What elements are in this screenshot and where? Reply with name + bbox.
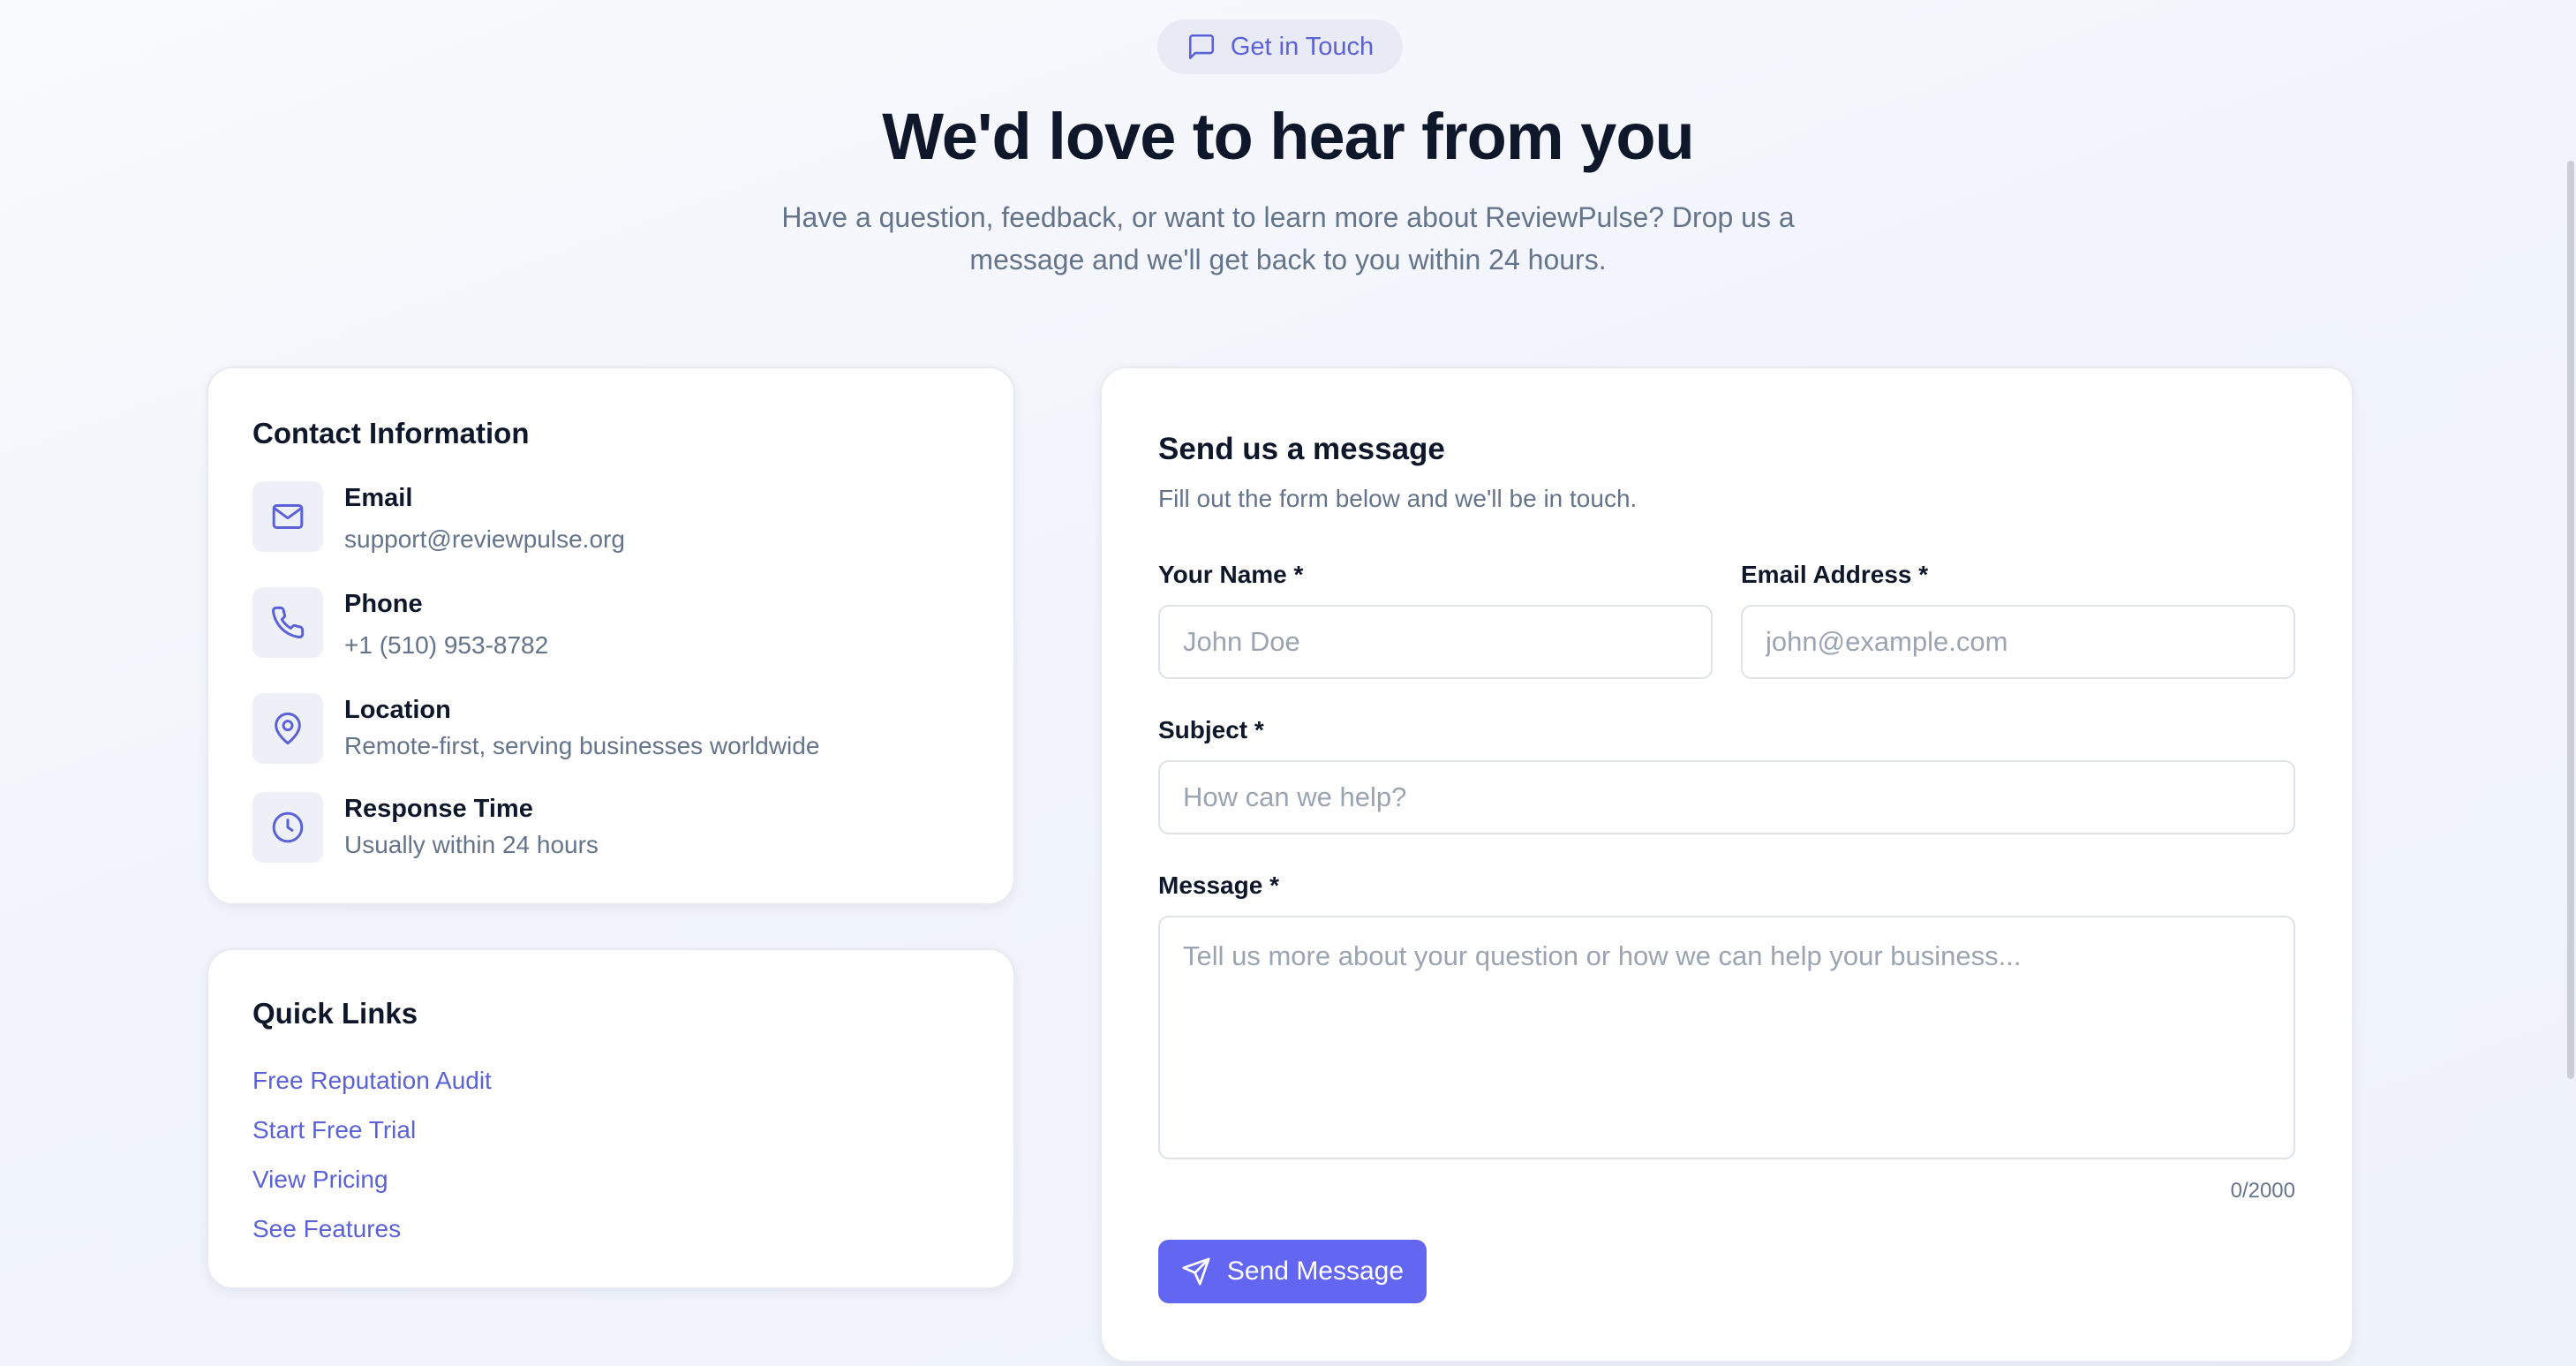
- email-label: Email: [344, 484, 413, 512]
- location-label: Location: [344, 696, 451, 724]
- quick-links-card: Quick Links Free Reputation Audit Start …: [207, 948, 1015, 1289]
- map-pin-icon: [275, 712, 301, 745]
- location-icon-box: [252, 693, 323, 764]
- subject-input[interactable]: [1158, 760, 2295, 834]
- contact-information-title: Contact Information: [252, 417, 530, 449]
- email-input[interactable]: [1741, 605, 2295, 679]
- quick-link-start-free-trial[interactable]: Start Free Trial: [252, 1116, 416, 1144]
- response-time-value: Usually within 24 hours: [344, 831, 599, 858]
- message-label: Message *: [1158, 872, 1279, 899]
- quick-link-free-reputation-audit[interactable]: Free Reputation Audit: [252, 1067, 492, 1095]
- name-label: Your Name *: [1158, 561, 1304, 588]
- phone-label: Phone: [344, 590, 423, 618]
- subject-label: Subject *: [1158, 716, 1264, 743]
- send-icon: [1182, 1257, 1210, 1286]
- page-subtitle: Have a question, feedback, or want to le…: [781, 201, 1795, 275]
- email-icon-box: [252, 481, 323, 552]
- send-message-label: Send Message: [1226, 1257, 1405, 1286]
- character-counter: 0/2000: [2230, 1179, 2295, 1203]
- form-subtitle: Fill out the form below and we'll be in …: [1158, 485, 1638, 512]
- message-form-card: Send us a message Fill out the form belo…: [1100, 366, 2354, 1362]
- form-title: Send us a message: [1158, 432, 1445, 466]
- response-time-label: Response Time: [344, 795, 533, 823]
- get-in-touch-badge: Get in Touch: [1157, 19, 1403, 74]
- phone-icon: [272, 606, 305, 638]
- badge-label: Get in Touch: [1230, 32, 1375, 61]
- message-textarea[interactable]: [1158, 916, 2295, 1159]
- quick-link-see-features[interactable]: See Features: [252, 1215, 401, 1243]
- email-address-label: Email Address *: [1741, 561, 1929, 588]
- mail-icon: [272, 504, 304, 529]
- location-value: Remote-first, serving businesses worldwi…: [344, 732, 820, 759]
- page-scrollbar-thumb[interactable]: [2567, 161, 2574, 1079]
- quick-links-title: Quick Links: [252, 997, 418, 1030]
- message-square-icon: [1188, 34, 1214, 60]
- page-scrollbar[interactable]: [2565, 0, 2576, 1366]
- name-input[interactable]: [1158, 605, 1713, 679]
- email-value-link[interactable]: support@reviewpulse.org: [344, 525, 625, 554]
- phone-value-link[interactable]: +1 (510) 953-8782: [344, 631, 548, 660]
- phone-icon-box: [252, 587, 323, 658]
- quick-link-view-pricing[interactable]: View Pricing: [252, 1166, 388, 1194]
- send-message-button[interactable]: Send Message: [1158, 1240, 1427, 1303]
- page-title: We'd love to hear from you: [882, 100, 1695, 173]
- contact-information-card: Contact Information Email support@review…: [207, 366, 1015, 905]
- clock-icon: [272, 811, 304, 843]
- response-time-icon-box: [252, 792, 323, 863]
